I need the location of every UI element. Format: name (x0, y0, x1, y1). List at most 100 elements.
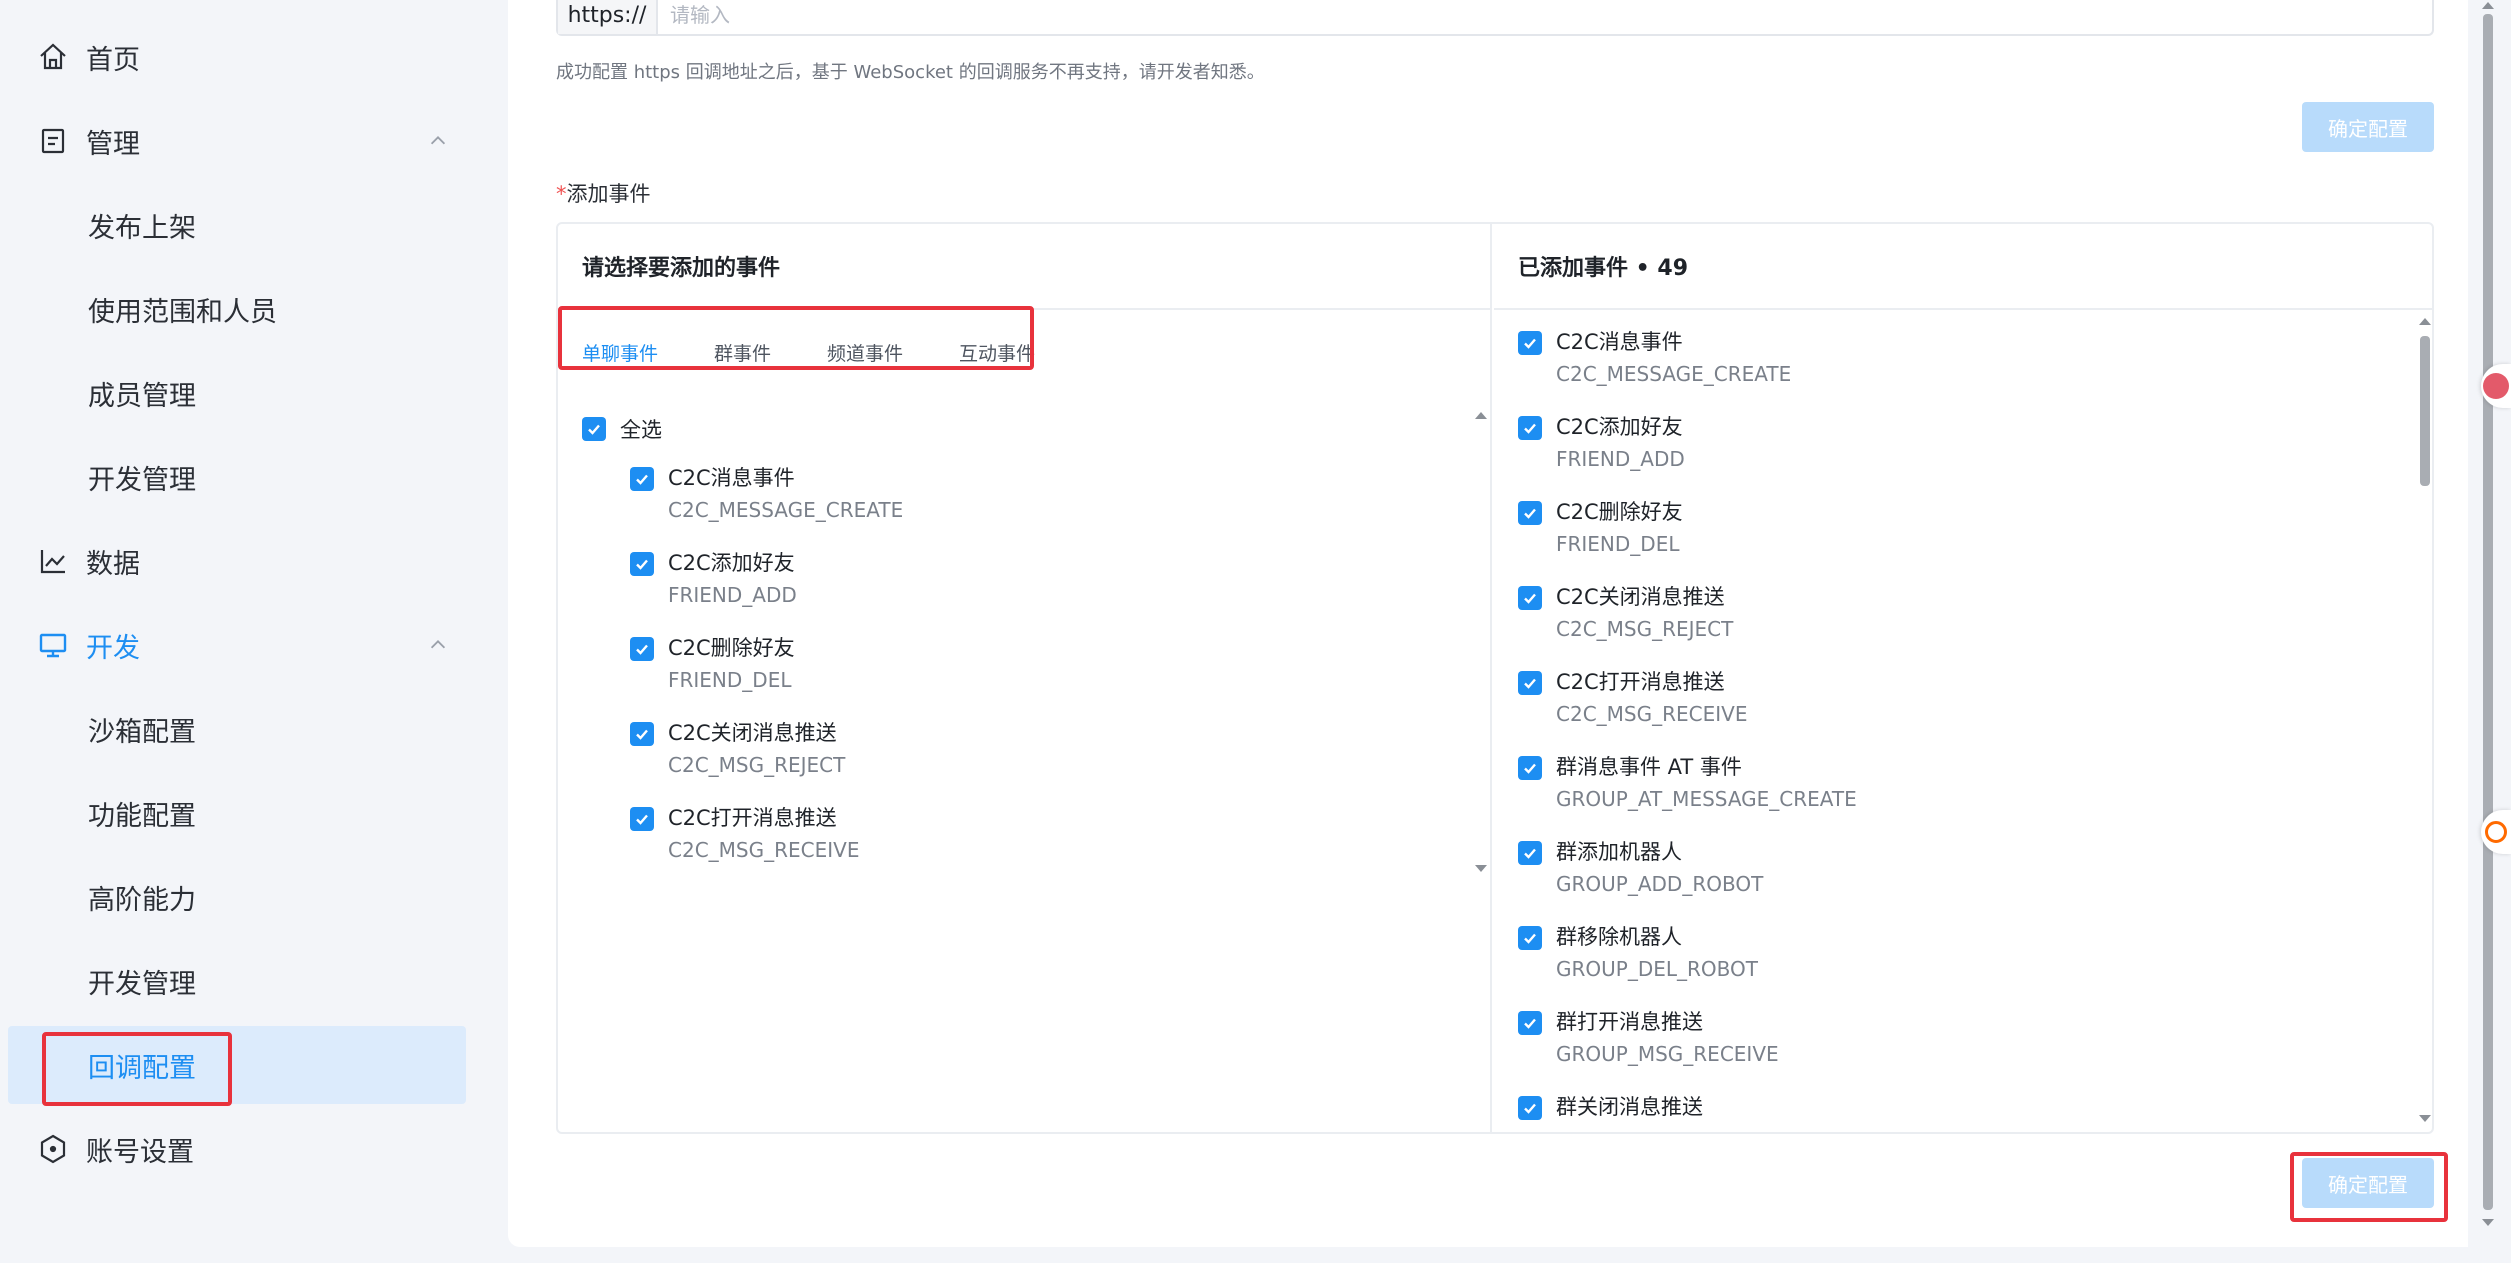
sidebar-item-dev-management[interactable]: 开发管理 (8, 438, 466, 516)
required-mark: * (556, 182, 567, 206)
checkbox-checked-icon (1518, 671, 1542, 695)
sidebar-item-label: 开发管理 (88, 968, 196, 1000)
tab-interaction-events[interactable]: 互动事件 (959, 339, 1035, 366)
checkbox-checked-icon (1518, 926, 1542, 950)
checkbox-checked-icon (1518, 1011, 1542, 1035)
sidebar-item-home[interactable]: 首页 (8, 18, 466, 96)
list-item[interactable]: 群消息事件 AT 事件 GROUP_AT_MESSAGE_CREATE (1518, 751, 1857, 815)
main-content: https:// 成功配置 https 回调地址之后，基于 WebSocket … (508, 0, 2468, 1247)
checkbox-checked-icon (1518, 416, 1542, 440)
event-name: 群移除机器人 (1556, 925, 1682, 949)
confirm-url-button[interactable]: 确定配置 (2302, 102, 2434, 152)
monitor-icon (36, 628, 70, 662)
list-item[interactable]: C2C打开消息推送 C2C_MSG_RECEIVE (630, 802, 859, 866)
event-code: GROUP_DEL_ROBOT (1556, 957, 1758, 981)
list-item[interactable]: C2C删除好友 FRIEND_DEL (630, 632, 795, 696)
sidebar-item-dev-management-2[interactable]: 开发管理 (8, 942, 466, 1020)
tab-group-events[interactable]: 群事件 (714, 339, 771, 366)
event-name: C2C添加好友 (668, 551, 795, 575)
event-name: C2C关闭消息推送 (1556, 585, 1725, 609)
event-name: C2C删除好友 (1556, 500, 1683, 524)
sidebar-item-label: 回调配置 (88, 1052, 196, 1084)
checkbox-checked-icon (582, 417, 606, 441)
scroll-down-arrow-icon[interactable] (1474, 864, 1488, 874)
page-scrollbar[interactable] (2481, 0, 2495, 1230)
event-code: FRIEND_ADD (668, 583, 797, 607)
sidebar-item-label: 账号设置 (86, 1136, 194, 1168)
sidebar-item-publish[interactable]: 发布上架 (8, 186, 466, 264)
sidebar-item-label: 成员管理 (88, 380, 196, 412)
list-item[interactable]: C2C关闭消息推送 C2C_MSG_REJECT (630, 717, 845, 781)
sidebar-item-label: 开发 (86, 632, 140, 664)
added-events-column: 已添加事件 • 49 C2C消息事件 C2C_MESSAGE_CREATE C2C… (1494, 224, 2432, 1132)
scroll-up-arrow-icon[interactable] (2481, 0, 2495, 10)
list-item[interactable]: C2C添加好友 FRIEND_ADD (1518, 411, 1685, 475)
list-item[interactable]: C2C添加好友 FRIEND_ADD (630, 547, 797, 611)
list-item[interactable]: C2C消息事件 C2C_MESSAGE_CREATE (1518, 326, 1791, 390)
chevron-up-icon (426, 633, 450, 657)
sidebar-item-advanced[interactable]: 高阶能力 (8, 858, 466, 936)
checkbox-checked-icon (1518, 841, 1542, 865)
sidebar-item-sandbox[interactable]: 沙箱配置 (8, 690, 466, 768)
confirm-events-button[interactable]: 确定配置 (2302, 1158, 2434, 1208)
available-events-column: 请选择要添加的事件 单聊事件 群事件 频道事件 互动事件 全选 C2C消息事件 C… (558, 224, 1492, 1132)
tab-channel-events[interactable]: 频道事件 (827, 339, 903, 366)
tab-c2c-events[interactable]: 单聊事件 (582, 339, 658, 366)
checkbox-checked-icon (630, 552, 654, 576)
sidebar-item-label: 发布上架 (88, 212, 196, 244)
scroll-down-arrow-icon[interactable] (2481, 1218, 2495, 1228)
list-item[interactable]: C2C删除好友 FRIEND_DEL (1518, 496, 1683, 560)
event-code: GROUP_MSG_RECEIVE (1556, 1042, 1779, 1066)
sidebar-item-feature-config[interactable]: 功能配置 (8, 774, 466, 852)
sidebar-item-label: 首页 (86, 44, 140, 76)
available-events-title: 请选择要添加的事件 (558, 224, 1490, 310)
document-icon (36, 124, 70, 158)
list-item[interactable]: 群添加机器人 GROUP_ADD_ROBOT (1518, 836, 1763, 900)
chevron-up-icon (426, 129, 450, 153)
scroll-up-arrow-icon[interactable] (2418, 316, 2432, 326)
select-all-label: 全选 (620, 418, 662, 442)
added-events-title: 已添加事件 • 49 (1494, 224, 2432, 310)
list-item[interactable]: C2C消息事件 C2C_MESSAGE_CREATE (630, 462, 903, 526)
callback-url-input[interactable] (658, 0, 2432, 34)
event-code: GROUP_AT_MESSAGE_CREATE (1556, 787, 1857, 811)
home-icon (36, 40, 70, 74)
event-name: C2C打开消息推送 (1556, 670, 1725, 694)
sidebar-item-label: 开发管理 (88, 464, 196, 496)
sidebar-item-member-management[interactable]: 成员管理 (8, 354, 466, 432)
select-all-checkbox[interactable]: 全选 (582, 414, 662, 444)
callback-url-field: https:// (556, 0, 2434, 36)
https-hint: 成功配置 https 回调地址之后，基于 WebSocket 的回调服务不再支持… (556, 62, 1265, 83)
list-item[interactable]: 群关闭消息推送 (1518, 1091, 1703, 1123)
checkbox-checked-icon (1518, 331, 1542, 355)
sidebar-item-callback-config[interactable]: 回调配置 (8, 1026, 466, 1104)
list-item[interactable]: C2C关闭消息推送 C2C_MSG_REJECT (1518, 581, 1733, 645)
event-code: C2C_MSG_REJECT (1556, 617, 1734, 641)
scroll-down-arrow-icon[interactable] (2418, 1114, 2432, 1124)
add-events-label: *添加事件 (556, 178, 651, 208)
sidebar-item-data[interactable]: 数据 (8, 522, 466, 600)
list-item[interactable]: C2C打开消息推送 C2C_MSG_RECEIVE (1518, 666, 1747, 730)
event-name: C2C添加好友 (1556, 415, 1683, 439)
url-prefix: https:// (558, 0, 658, 34)
list-item[interactable]: 群打开消息推送 GROUP_MSG_RECEIVE (1518, 1006, 1779, 1070)
sidebar-item-label: 使用范围和人员 (88, 296, 277, 328)
sidebar-item-develop[interactable]: 开发 (8, 606, 466, 684)
event-code: FRIEND_DEL (1556, 532, 1680, 556)
event-code: FRIEND_DEL (668, 668, 792, 692)
page-scrollbar-thumb[interactable] (2483, 14, 2493, 1210)
hexagon-icon (36, 1132, 70, 1166)
sidebar-item-scope-members[interactable]: 使用范围和人员 (8, 270, 466, 348)
shopping-icon (2485, 821, 2507, 843)
event-code: C2C_MESSAGE_CREATE (668, 498, 904, 522)
sidebar-item-label: 高阶能力 (88, 884, 196, 916)
list-item[interactable]: 群移除机器人 GROUP_DEL_ROBOT (1518, 921, 1758, 985)
event-name: C2C打开消息推送 (668, 806, 837, 830)
added-list-scrollbar[interactable] (2420, 336, 2430, 486)
sidebar-item-account-settings[interactable]: 账号设置 (8, 1110, 466, 1188)
event-code: C2C_MSG_REJECT (668, 753, 846, 777)
sidebar-item-manage[interactable]: 管理 (8, 102, 466, 180)
event-name: C2C消息事件 (668, 466, 795, 490)
scroll-up-arrow-icon[interactable] (1474, 410, 1488, 420)
add-events-text: 添加事件 (566, 182, 651, 206)
